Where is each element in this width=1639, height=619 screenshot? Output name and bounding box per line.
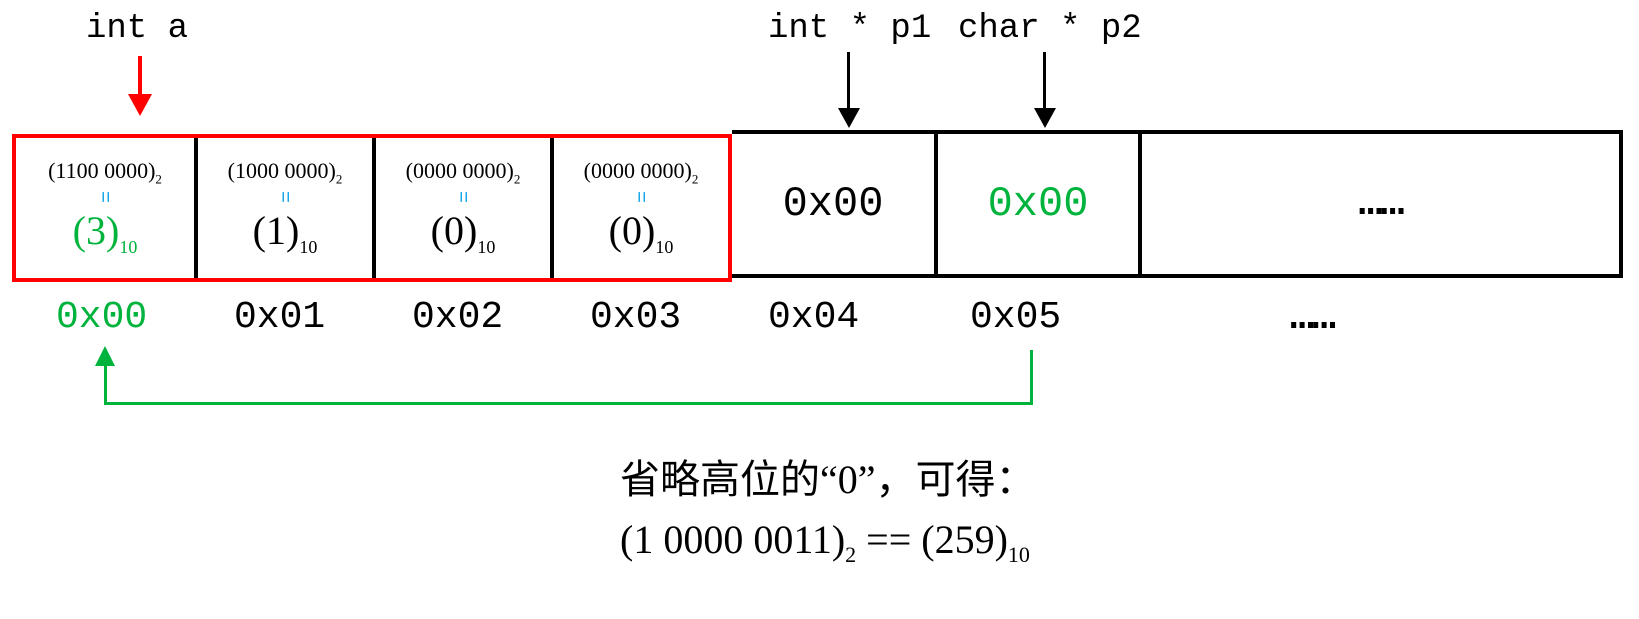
addr-2: 0x02 [412, 296, 503, 339]
addr-5: 0x05 [970, 296, 1061, 339]
pointer-cells-group: 0x00 0x00 …… [732, 130, 1623, 278]
byte3-dec-base: 10 [655, 237, 673, 257]
arrow-int-a-head-icon [128, 94, 152, 116]
int-a-bytes-group: (1100 0000)2 = (3)10 (1000 0000)2 = (1)1… [12, 134, 732, 282]
ellipsis-cell: …… [1138, 134, 1619, 274]
label-char-p2: char * p2 [958, 10, 1142, 48]
equals-icon: = [634, 191, 648, 201]
byte3-bin: (0000 0000) [584, 158, 692, 183]
arrow-int-a-icon [138, 56, 142, 94]
equals-icon: = [98, 191, 112, 201]
byte2-bin: (0000 0000) [406, 158, 514, 183]
byte1-dec: (1) [253, 208, 300, 253]
arrow-p1-icon [847, 52, 850, 108]
label-int-p1: int * p1 [768, 10, 931, 48]
byte3-dec: (0) [609, 208, 656, 253]
byte-cell-3: (0000 0000)2 = (0)10 [550, 138, 728, 278]
footnote-bin-base: 2 [845, 542, 856, 567]
arrow-p2-head-icon [1034, 108, 1056, 128]
byte0-dec: (3) [73, 208, 120, 253]
label-int-a: int a [86, 10, 188, 48]
byte0-bin: (1100 0000) [48, 158, 155, 183]
footnote-line1: 省略高位的“0”，可得： [620, 450, 1036, 510]
byte0-bin-base: 2 [155, 171, 162, 186]
arrow-p1-head-icon [838, 108, 860, 128]
footnote-line2: (1 0000 0011)2 == (259)10 [620, 510, 1036, 571]
addr-1: 0x01 [234, 296, 325, 339]
addr-3: 0x03 [590, 296, 681, 339]
byte2-dec: (0) [431, 208, 478, 253]
byte-cell-1: (1000 0000)2 = (1)10 [194, 138, 372, 278]
byte-cell-0: (1100 0000)2 = (3)10 [16, 138, 194, 278]
p1-cell: 0x00 [732, 134, 934, 274]
addr-4: 0x04 [768, 296, 859, 339]
footnote-bin: (1 0000 0011) [620, 517, 845, 562]
pointer-arrow-h-icon [104, 402, 1033, 405]
footnote-dec: == (259) [856, 517, 1008, 562]
pointer-arrow-v1-icon [1030, 350, 1033, 404]
byte2-bin-base: 2 [514, 171, 521, 186]
footnote-dec-base: 10 [1008, 542, 1030, 567]
p2-cell: 0x00 [934, 134, 1138, 274]
equals-icon: = [456, 191, 470, 201]
addr-0: 0x00 [56, 296, 147, 339]
addr-ellipsis: …… [1290, 296, 1334, 341]
equals-icon: = [278, 191, 292, 201]
memory-row: (1100 0000)2 = (3)10 (1000 0000)2 = (1)1… [12, 134, 1623, 282]
byte2-dec-base: 10 [477, 237, 495, 257]
byte-cell-2: (0000 0000)2 = (0)10 [372, 138, 550, 278]
footnote: 省略高位的“0”，可得： (1 0000 0011)2 == (259)10 [620, 450, 1036, 571]
pointer-arrow-v2-icon [104, 366, 107, 404]
byte1-dec-base: 10 [299, 237, 317, 257]
byte3-bin-base: 2 [692, 171, 699, 186]
arrow-p2-icon [1043, 52, 1046, 108]
pointer-arrow-head-icon [95, 346, 115, 366]
byte1-bin: (1000 0000) [228, 158, 336, 183]
byte1-bin-base: 2 [336, 171, 343, 186]
byte0-dec-base: 10 [119, 237, 137, 257]
